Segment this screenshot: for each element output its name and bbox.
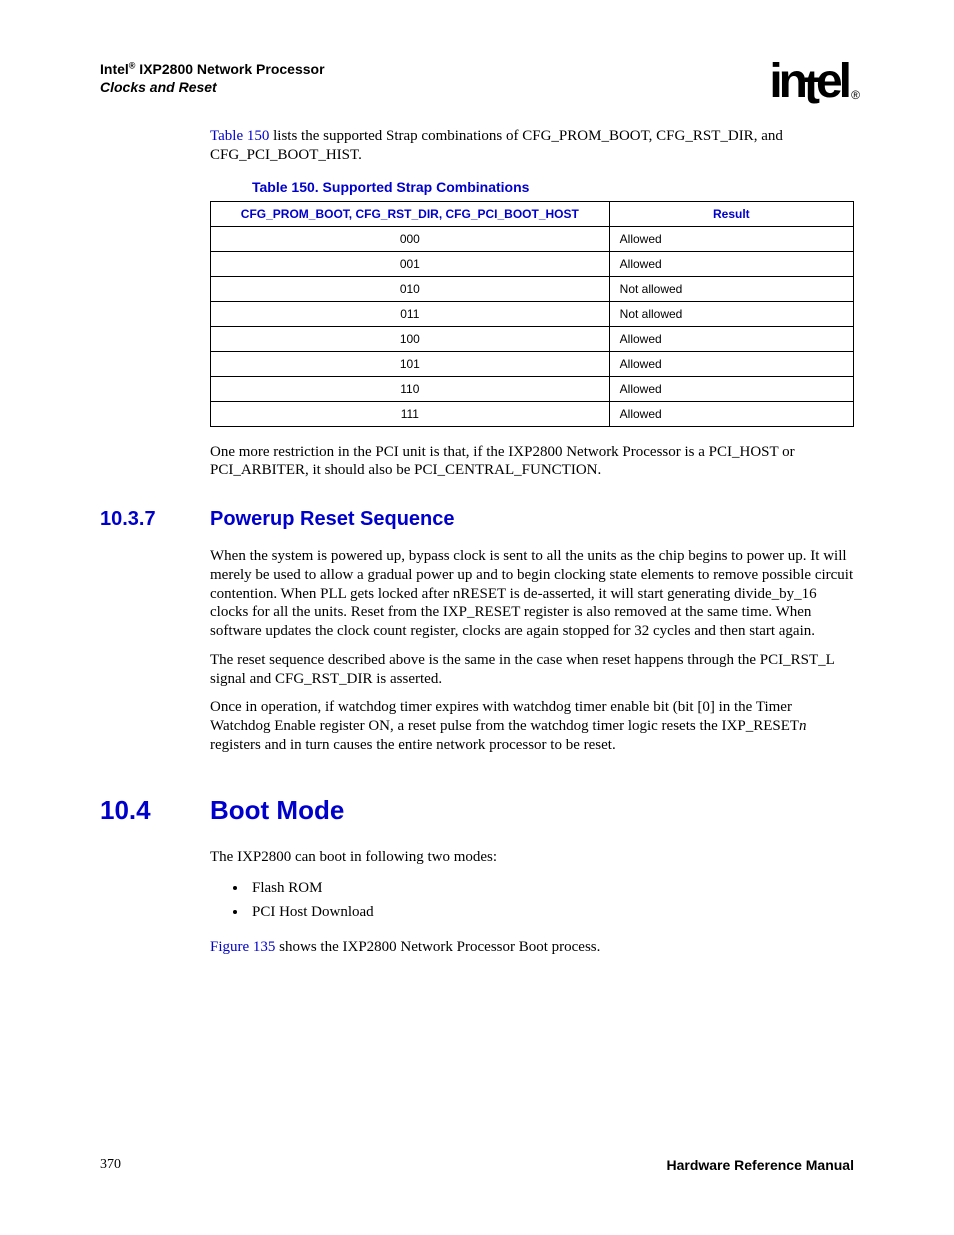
pci-restriction-paragraph: One more restriction in the PCI unit is …	[210, 443, 854, 481]
section-title: Powerup Reset Sequence	[210, 508, 455, 531]
result-cell: Allowed	[609, 251, 853, 276]
boot-intro: The IXP2800 can boot in following two mo…	[210, 848, 854, 867]
table-header-result: Result	[609, 201, 853, 226]
header-product-rest: IXP2800 Network Processor	[135, 61, 324, 77]
table-header-row: CFG_PROM_BOOT, CFG_RST_DIR, CFG_PCI_BOOT…	[211, 201, 854, 226]
powerup-p2: The reset sequence described above is th…	[210, 651, 854, 689]
section-number: 10.3.7	[100, 508, 210, 531]
table-150-link[interactable]: Table 150	[210, 128, 269, 144]
section-10-4-heading: 10.4 Boot Mode	[100, 795, 854, 826]
result-cell: Allowed	[609, 226, 853, 251]
config-cell: 010	[211, 276, 610, 301]
table-row: 001Allowed	[211, 251, 854, 276]
result-cell: Not allowed	[609, 301, 853, 326]
config-cell: 100	[211, 326, 610, 351]
config-cell: 001	[211, 251, 610, 276]
page-footer: 370 Hardware Reference Manual	[100, 1157, 854, 1173]
table-150-caption: Table 150. Supported Strap Combinations	[252, 179, 854, 195]
result-cell: Allowed	[609, 351, 853, 376]
powerup-p1: When the system is powered up, bypass cl…	[210, 547, 854, 641]
table-row: 100Allowed	[211, 326, 854, 351]
header-section: Clocks and Reset	[100, 78, 325, 96]
page-number: 370	[100, 1157, 121, 1173]
powerup-p3: Once in operation, if watchdog timer exp…	[210, 698, 854, 754]
result-cell: Allowed	[609, 326, 853, 351]
list-item: PCI Host Download	[248, 900, 854, 924]
table-header-config: CFG_PROM_BOOT, CFG_RST_DIR, CFG_PCI_BOOT…	[211, 201, 610, 226]
table-row: 000Allowed	[211, 226, 854, 251]
config-cell: 011	[211, 301, 610, 326]
section-title: Boot Mode	[210, 795, 344, 826]
intel-logo: intel®	[769, 60, 854, 103]
intro-rest: lists the supported Strap combinations o…	[210, 128, 783, 163]
running-header: Intel® IXP2800 Network Processor Clocks …	[100, 60, 325, 96]
config-cell: 101	[211, 351, 610, 376]
table-row: 111Allowed	[211, 401, 854, 426]
list-item: Flash ROM	[248, 876, 854, 900]
header-product-prefix: Intel	[100, 61, 129, 77]
table-row: 011Not allowed	[211, 301, 854, 326]
strap-combinations-table: CFG_PROM_BOOT, CFG_RST_DIR, CFG_PCI_BOOT…	[210, 201, 854, 427]
result-cell: Not allowed	[609, 276, 853, 301]
section-10-3-7-heading: 10.3.7 Powerup Reset Sequence	[100, 508, 854, 531]
section-number: 10.4	[100, 795, 210, 826]
config-cell: 000	[211, 226, 610, 251]
config-cell: 110	[211, 376, 610, 401]
table-row: 010Not allowed	[211, 276, 854, 301]
table-row: 110Allowed	[211, 376, 854, 401]
intro-paragraph: Table 150 lists the supported Strap comb…	[210, 127, 854, 165]
boot-mode-list: Flash ROM PCI Host Download	[210, 876, 854, 924]
figure-ref-paragraph: Figure 135 shows the IXP2800 Network Pro…	[210, 938, 854, 957]
figure-135-link[interactable]: Figure 135	[210, 939, 275, 955]
table-row: 101Allowed	[211, 351, 854, 376]
document-title: Hardware Reference Manual	[666, 1157, 854, 1173]
result-cell: Allowed	[609, 376, 853, 401]
config-cell: 111	[211, 401, 610, 426]
result-cell: Allowed	[609, 401, 853, 426]
